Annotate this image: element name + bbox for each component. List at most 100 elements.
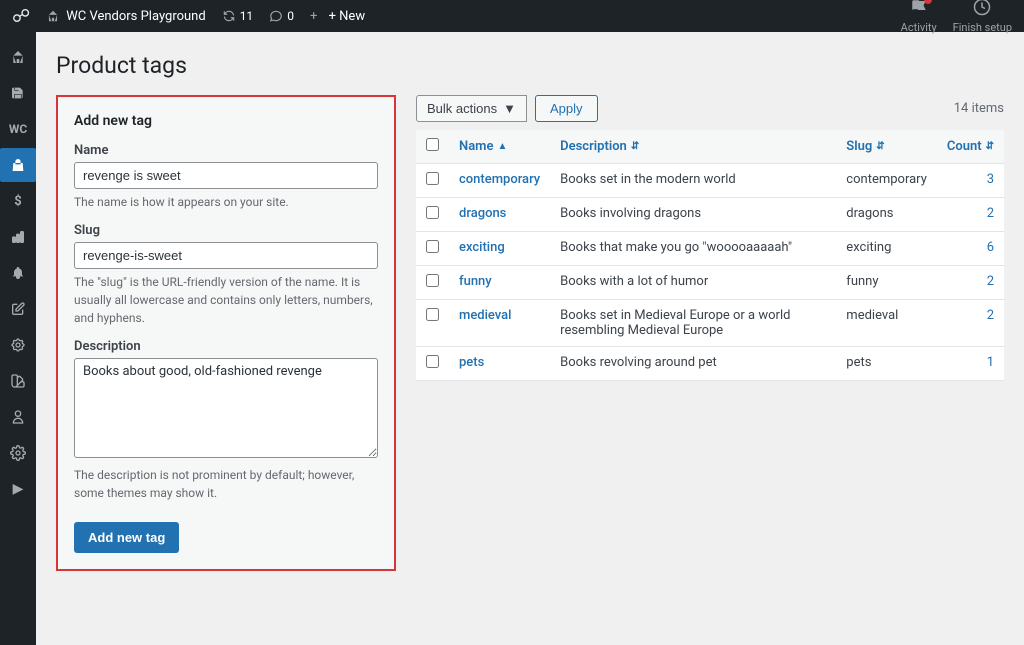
content-layout: Add new tag Name The name is how it appe…	[56, 95, 1004, 571]
row-checkbox[interactable]	[426, 206, 439, 219]
count-col-header: Count ⇵	[937, 130, 1004, 164]
table-row: pets Books revolving around pet pets 1	[416, 347, 1004, 381]
tag-name-link[interactable]: medieval	[459, 308, 511, 323]
row-slug-cell: exciting	[836, 232, 937, 266]
name-input[interactable]	[74, 162, 378, 189]
row-name-cell: pets	[449, 347, 550, 381]
row-description-cell: Books set in Medieval Europe or a world …	[550, 300, 836, 347]
sidebar-item-woocommerce[interactable]: WC	[0, 112, 36, 146]
chevron-down-icon: ▼	[503, 101, 516, 116]
slug-sort-link[interactable]: Slug ⇵	[846, 139, 927, 154]
row-slug-cell: dragons	[836, 198, 937, 232]
tag-name-link[interactable]: contemporary	[459, 172, 540, 187]
description-hint: The description is not prominent by defa…	[74, 466, 378, 502]
row-checkbox[interactable]	[426, 274, 439, 287]
add-tag-form: Add new tag Name The name is how it appe…	[56, 95, 396, 571]
bulk-actions-button[interactable]: Bulk actions ▼	[416, 95, 527, 122]
row-slug-cell: medieval	[836, 300, 937, 347]
description-sort-link[interactable]: Description ⇵	[560, 139, 826, 154]
row-checkbox-cell	[416, 198, 449, 232]
row-checkbox[interactable]	[426, 172, 439, 185]
row-description-cell: Books revolving around pet	[550, 347, 836, 381]
table-row: dragons Books involving dragons dragons …	[416, 198, 1004, 232]
sidebar-item-dashboard[interactable]	[0, 40, 36, 74]
select-all-checkbox[interactable]	[426, 138, 439, 151]
row-count-cell: 6	[937, 232, 1004, 266]
tag-name-link[interactable]: funny	[459, 274, 492, 289]
row-name-cell: dragons	[449, 198, 550, 232]
row-checkbox-cell	[416, 347, 449, 381]
page-title: Product tags	[56, 52, 1004, 79]
name-sort-arrow: ▲	[497, 141, 507, 152]
sidebar-item-analytics[interactable]	[0, 220, 36, 254]
site-name[interactable]: WC Vendors Playground	[46, 9, 205, 24]
name-label: Name	[74, 143, 378, 158]
slug-hint: The "slug" is the URL-friendly version o…	[74, 273, 378, 327]
apply-button[interactable]: Apply	[535, 95, 598, 122]
sidebar-item-notifications[interactable]	[0, 256, 36, 290]
row-name-cell: funny	[449, 266, 550, 300]
row-checkbox-cell	[416, 232, 449, 266]
row-checkbox-cell	[416, 164, 449, 198]
tag-name-link[interactable]: dragons	[459, 206, 506, 221]
row-description-cell: Books involving dragons	[550, 198, 836, 232]
sidebar-item-users[interactable]	[0, 400, 36, 434]
admin-bar: ☍ WC Vendors Playground 11 0 + + New Act…	[0, 0, 1024, 32]
row-slug-cell: contemporary	[836, 164, 937, 198]
slug-col-header: Slug ⇵	[836, 130, 937, 164]
sidebar-item-products[interactable]	[0, 148, 36, 182]
sidebar-item-media[interactable]: ▶	[0, 472, 36, 506]
table-row: funny Books with a lot of humor funny 2	[416, 266, 1004, 300]
row-checkbox[interactable]	[426, 308, 439, 321]
sidebar-item-posts[interactable]	[0, 76, 36, 110]
row-checkbox[interactable]	[426, 355, 439, 368]
finish-setup-button[interactable]: Finish setup	[953, 0, 1012, 34]
table-row: medieval Books set in Medieval Europe or…	[416, 300, 1004, 347]
bulk-actions-select: Bulk actions ▼	[416, 95, 527, 122]
add-new-tag-button[interactable]: Add new tag	[74, 522, 179, 553]
updates-icon[interactable]: 11	[222, 9, 254, 23]
table-row: contemporary Books set in the modern wor…	[416, 164, 1004, 198]
description-field: Description Books about good, old-fashio…	[74, 339, 378, 502]
main-content: Product tags Add new tag Name The name i…	[36, 32, 1024, 645]
activity-button[interactable]: Activity	[901, 0, 937, 34]
description-label: Description	[74, 339, 378, 354]
sidebar-item-settings[interactable]	[0, 436, 36, 470]
new-button[interactable]: + + New	[310, 9, 365, 24]
row-count-cell: 2	[937, 300, 1004, 347]
toolbar-left: Bulk actions ▼ Apply	[416, 95, 598, 122]
sidebar-item-appearance[interactable]	[0, 364, 36, 398]
row-count-cell: 2	[937, 266, 1004, 300]
sidebar-item-editor[interactable]	[0, 292, 36, 326]
row-checkbox-cell	[416, 300, 449, 347]
sidebar-item-tools[interactable]	[0, 328, 36, 362]
name-field: Name The name is how it appears on your …	[74, 143, 378, 211]
row-description-cell: Books that make you go "wooooaaaaah"	[550, 232, 836, 266]
name-hint: The name is how it appears on your site.	[74, 193, 378, 211]
slug-input[interactable]	[74, 242, 378, 269]
tag-name-link[interactable]: pets	[459, 355, 484, 370]
row-checkbox-cell	[416, 266, 449, 300]
row-slug-cell: funny	[836, 266, 937, 300]
row-slug-cell: pets	[836, 347, 937, 381]
table-toolbar: Bulk actions ▼ Apply 14 items	[416, 95, 1004, 122]
sidebar: WC $ ▶	[0, 32, 36, 645]
description-textarea[interactable]: Books about good, old-fashioned revenge	[74, 358, 378, 458]
row-name-cell: exciting	[449, 232, 550, 266]
row-count-cell: 3	[937, 164, 1004, 198]
tags-table: Name ▲ Description ⇵ Slu	[416, 130, 1004, 381]
table-row: exciting Books that make you go "wooooaa…	[416, 232, 1004, 266]
count-sort-arrow: ⇵	[986, 141, 994, 152]
row-count-cell: 1	[937, 347, 1004, 381]
name-sort-link[interactable]: Name ▲	[459, 139, 540, 154]
tag-name-link[interactable]: exciting	[459, 240, 505, 255]
count-sort-link[interactable]: Count ⇵	[947, 139, 994, 154]
wp-logo-icon[interactable]: ☍	[12, 6, 30, 27]
slug-label: Slug	[74, 223, 378, 238]
row-checkbox[interactable]	[426, 240, 439, 253]
comments-icon[interactable]: 0	[269, 9, 294, 23]
description-col-header: Description ⇵	[550, 130, 836, 164]
add-tag-heading: Add new tag	[74, 113, 378, 129]
items-count: 14 items	[954, 101, 1004, 116]
sidebar-item-sales[interactable]: $	[0, 184, 36, 218]
